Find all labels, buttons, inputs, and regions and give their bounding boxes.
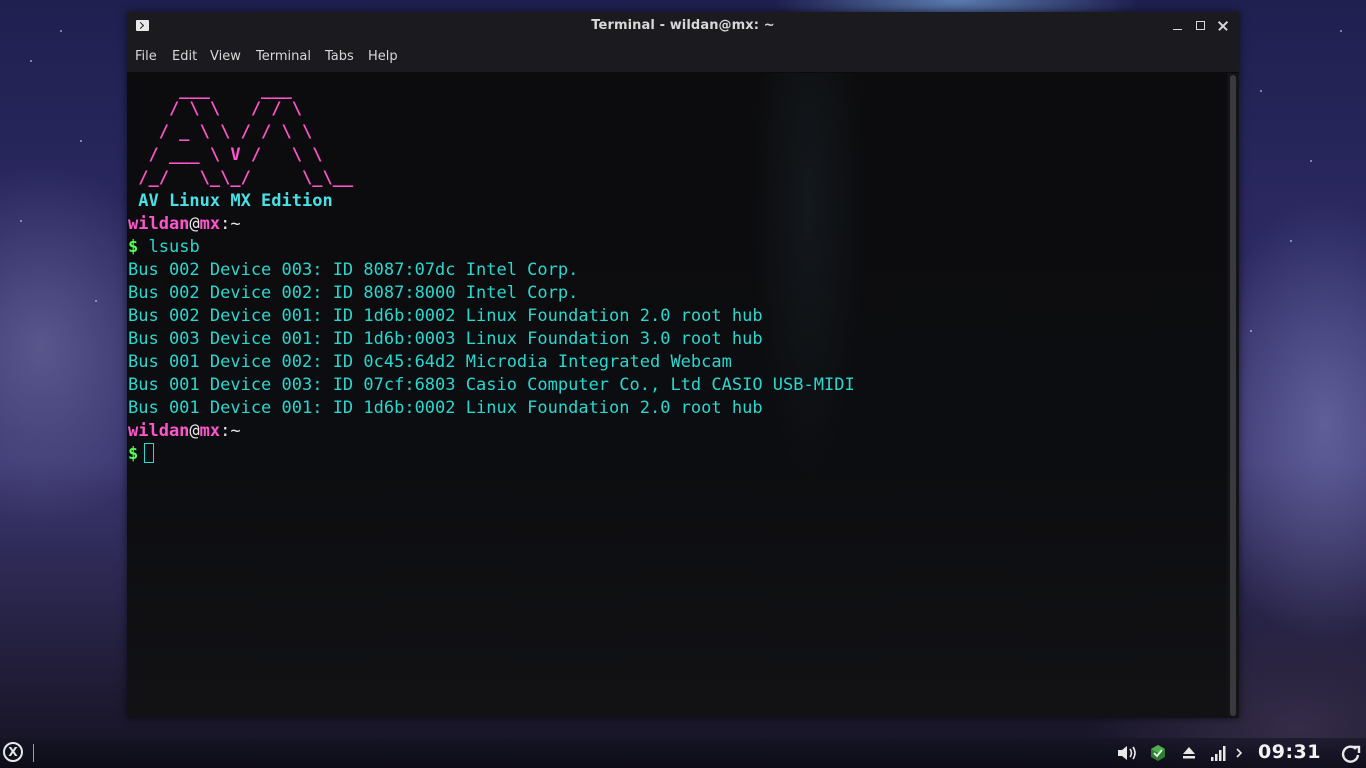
output-line: Bus 003 Device 001: ID 1d6b:0003 Linux F… <box>128 329 763 349</box>
terminal-window[interactable]: Terminal - wildan@mx: ~ File Edit View T… <box>127 12 1239 718</box>
prompt-symbol: $ <box>128 237 139 257</box>
chevron-right-icon[interactable] <box>1234 744 1244 766</box>
prompt-user: wildan <box>128 214 190 234</box>
menu-help[interactable]: Help <box>368 49 398 64</box>
output-line: Bus 001 Device 001: ID 1d6b:0002 Linux F… <box>128 398 763 418</box>
output-line: Bus 001 Device 003: ID 07cf:6803 Casio C… <box>128 375 855 395</box>
taskbar: X 09:31 <box>0 738 1366 768</box>
prompt-at: @ <box>189 421 200 441</box>
menu-terminal[interactable]: Terminal <box>256 49 311 64</box>
minimize-button[interactable] <box>1171 19 1185 33</box>
prompt-line: wildan@mx:~ <box>128 213 241 236</box>
eject-icon[interactable] <box>1181 744 1197 766</box>
taskbar-separator <box>33 744 34 762</box>
star <box>1340 30 1342 32</box>
maximize-button[interactable] <box>1194 19 1208 33</box>
command-line: $ lsusb <box>128 236 200 259</box>
menu-file[interactable]: File <box>135 49 157 64</box>
prompt-line: wildan@mx:~ <box>128 420 241 443</box>
terminal-output[interactable]: ___ ___ / \ \ / / \ / _ \ \ / / \ \ / __… <box>127 73 1227 718</box>
ascii-logo-line: / ___ \ V / \ \ <box>128 145 323 165</box>
prompt-at: @ <box>189 214 200 234</box>
menu-tabs[interactable]: Tabs <box>325 49 354 64</box>
volume-icon[interactable] <box>1116 744 1138 766</box>
star <box>1250 330 1252 332</box>
menu-view[interactable]: View <box>210 49 241 64</box>
network-signal-icon[interactable] <box>1210 744 1228 766</box>
star <box>30 60 32 62</box>
scrollbar-thumb[interactable] <box>1230 75 1236 716</box>
power-icon[interactable] <box>1340 744 1362 768</box>
window-title: Terminal - wildan@mx: ~ <box>591 18 775 33</box>
prompt-path: :~ <box>220 421 241 441</box>
menu-edit[interactable]: Edit <box>172 49 197 64</box>
clock[interactable]: 09:31 <box>1258 741 1321 763</box>
package-updater-icon[interactable] <box>1149 744 1167 766</box>
star <box>1290 240 1292 242</box>
menu-bar: File Edit View Terminal Tabs Help <box>127 42 1239 72</box>
text-cursor[interactable] <box>144 443 155 463</box>
ascii-logo-line: / \ \ / / \ <box>128 99 302 119</box>
x-logo-icon[interactable]: X <box>3 742 23 762</box>
banner-line: AV Linux MX Edition <box>128 191 333 211</box>
output-line: Bus 002 Device 003: ID 8087:07dc Intel C… <box>128 260 579 280</box>
ascii-logo-line: /_/ \_\_/ \_\__ <box>128 168 354 188</box>
command-text: lsusb <box>148 237 200 257</box>
ascii-logo-line: / _ \ \ / / \ \ <box>128 122 313 142</box>
window-titlebar[interactable]: Terminal - wildan@mx: ~ <box>127 12 1239 42</box>
input-line[interactable]: $ <box>128 443 155 466</box>
close-button[interactable] <box>1216 19 1230 33</box>
star <box>95 300 97 302</box>
prompt-path: :~ <box>220 214 241 234</box>
output-line: Bus 001 Device 002: ID 0c45:64d2 Microdi… <box>128 352 732 372</box>
prompt-user: wildan <box>128 421 190 441</box>
star <box>1260 90 1262 92</box>
output-line: Bus 002 Device 001: ID 1d6b:0002 Linux F… <box>128 306 763 326</box>
star <box>80 140 82 142</box>
prompt-symbol: $ <box>128 444 139 464</box>
prompt-host: mx <box>199 421 221 441</box>
star <box>60 30 62 32</box>
output-line: Bus 002 Device 002: ID 8087:8000 Intel C… <box>128 283 579 303</box>
star <box>20 220 22 222</box>
star <box>1310 160 1312 162</box>
prompt-host: mx <box>199 214 221 234</box>
